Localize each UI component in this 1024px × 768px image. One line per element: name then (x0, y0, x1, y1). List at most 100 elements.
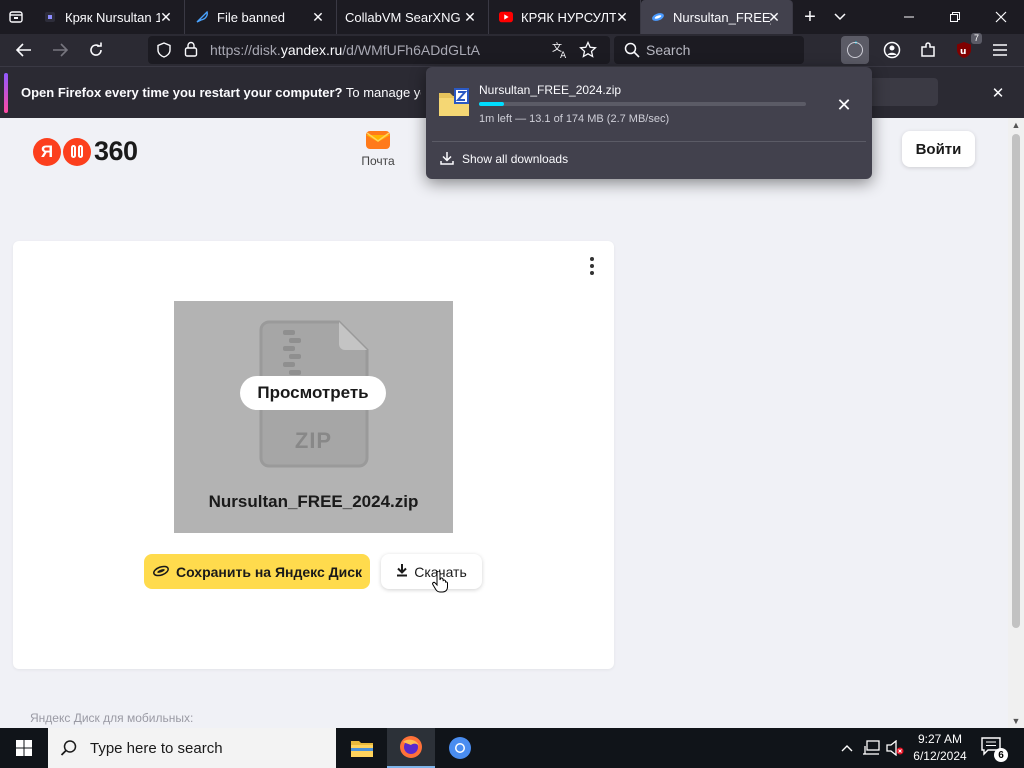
restore-icon[interactable] (932, 0, 978, 34)
download-status: 1m left — 13.1 of 174 MB (2.7 MB/sec) (479, 113, 670, 125)
bookmark-star-icon[interactable] (579, 40, 597, 64)
notification-accent (4, 73, 8, 113)
preview-button[interactable]: Просмотреть (240, 376, 386, 410)
tab-nursultan-zip[interactable]: Nursultan_FREE_2024.zip ✕ (641, 0, 793, 34)
account-icon[interactable] (878, 36, 906, 64)
lock-icon[interactable] (184, 41, 198, 62)
save-to-disk-button[interactable]: Сохранить на Яндекс Диск (144, 554, 370, 589)
notification-count-badge: 6 (994, 748, 1008, 762)
tab-title: Кряк Nursultan 1.16.5 (65, 9, 160, 25)
window-close-icon[interactable] (978, 0, 1024, 34)
windows-start-icon[interactable] (0, 728, 48, 768)
svg-text:A: A (560, 51, 567, 59)
logo-circle (63, 137, 91, 166)
windows-taskbar: Type here to search 9:27 AM 6/12/2024 6 (0, 728, 1024, 768)
file-card: ZIP Просмотреть Nursultan_FREE_2024.zip … (13, 241, 614, 669)
chevron-up-icon[interactable] (837, 738, 857, 758)
download-progress-fill (479, 102, 504, 106)
login-button[interactable]: Войти (902, 131, 975, 167)
close-icon[interactable]: ✕ (462, 9, 478, 25)
mail-envelope-icon (365, 128, 391, 150)
tab-title: Nursultan_FREE_2024.zip (673, 9, 771, 25)
forward-arrow-icon[interactable] (46, 36, 74, 64)
youtube-icon (499, 10, 513, 24)
tab-favicon-dark-icon (43, 10, 57, 24)
feather-icon (195, 10, 209, 24)
hand-cursor-icon (432, 571, 448, 593)
tab-title: КРЯК НУРСУЛТАН (521, 9, 616, 25)
tab-kryak-nursultan[interactable]: Кряк Nursultan 1.16.5 ✕ (33, 0, 185, 34)
search-bar[interactable]: Search (614, 36, 804, 64)
taskbar-search-placeholder: Type here to search (90, 739, 223, 757)
scroll-thumb[interactable] (1012, 134, 1020, 628)
download-icon (440, 151, 454, 168)
logo-text: 360 (94, 136, 138, 166)
search-icon (624, 42, 640, 63)
yandex-360-logo[interactable]: Я 360 (33, 136, 138, 167)
mail-label: Почта (361, 154, 395, 168)
file-explorer-icon[interactable] (338, 728, 386, 768)
downloads-panel: Nursultan_FREE_2024.zip 1m left — 13.1 o… (426, 67, 872, 179)
scroll-down-icon[interactable]: ▼ (1008, 714, 1024, 728)
svg-text:u: u (960, 47, 966, 57)
zip-archive-icon (439, 88, 469, 116)
translate-icon[interactable]: 文A (551, 41, 569, 64)
yandex-disk-icon (651, 10, 665, 24)
close-icon[interactable]: ✕ (614, 9, 630, 25)
chevron-down-icon[interactable] (828, 5, 852, 29)
notification-message: Open Firefox every time you restart your… (21, 85, 421, 100)
clock-date: 6/12/2024 (913, 749, 967, 763)
url-text: https://disk.yandex.ru/d/WMfUFh6ADdGLtA (210, 42, 480, 58)
mail-link[interactable]: Почта (356, 128, 400, 168)
extensions-puzzle-icon[interactable] (914, 36, 942, 64)
search-placeholder: Search (646, 42, 691, 58)
file-name: Nursultan_FREE_2024.zip (208, 492, 419, 511)
save-label: Сохранить на Яндекс Диск (175, 563, 363, 580)
page-content: Я 360 Почта Войти ZIP Просмотреть Nursul… (0, 118, 1008, 728)
divider (432, 141, 866, 142)
download-progress-bar (479, 102, 806, 106)
navigation-toolbar: https://disk.yandex.ru/d/WMfUFh6ADdGLtA … (0, 33, 1024, 66)
clock-time: 9:27 AM (917, 732, 963, 746)
search-icon (60, 739, 78, 757)
mobile-apps-label: Яндекс Диск для мобильных: (30, 711, 194, 725)
cancel-download-icon[interactable]: ✕ (834, 95, 854, 115)
close-icon[interactable]: ✕ (766, 9, 782, 25)
network-icon[interactable] (861, 738, 881, 758)
tab-collabvm-searxng[interactable]: CollabVM SearXNG ✕ (337, 0, 489, 34)
downloads-icon[interactable] (841, 36, 869, 64)
action-center-icon[interactable]: 6 (980, 736, 1008, 762)
back-arrow-icon[interactable] (10, 36, 38, 64)
tab-file-banned[interactable]: File banned ✕ (185, 0, 337, 34)
file-preview[interactable]: ZIP Просмотреть Nursultan_FREE_2024.zip (174, 301, 453, 533)
notification-action-button[interactable] (864, 78, 938, 106)
logo-ya: Я (33, 137, 61, 166)
reload-icon[interactable] (82, 36, 110, 64)
close-icon[interactable]: ✕ (310, 9, 326, 25)
close-icon[interactable]: ✕ (158, 9, 174, 25)
more-options-icon[interactable] (585, 255, 599, 277)
firefox-view-icon[interactable] (0, 0, 32, 34)
tab-bar: Кряк Nursultan 1.16.5 ✕ File banned ✕ Co… (0, 0, 1024, 34)
minimize-icon[interactable] (886, 0, 932, 34)
shield-icon[interactable] (156, 42, 172, 63)
download-file-name: Nursultan_FREE_2024.zip (479, 83, 622, 97)
taskbar-search-box[interactable]: Type here to search (48, 728, 336, 768)
scroll-up-icon[interactable]: ▲ (1008, 118, 1024, 132)
yandex-disk-icon (152, 564, 170, 580)
close-icon[interactable]: ✕ (988, 83, 1008, 103)
firefox-icon[interactable] (387, 728, 435, 768)
show-all-downloads-button[interactable]: Show all downloads (436, 147, 862, 171)
new-tab-icon[interactable]: + (798, 5, 822, 29)
file-type-label: ZIP (294, 428, 333, 453)
download-icon (396, 563, 408, 580)
volume-muted-icon[interactable] (885, 738, 905, 758)
ublock-origin-icon[interactable]: u 7 (950, 33, 982, 64)
tab-kryak-youtube[interactable]: КРЯК НУРСУЛТАН ✕ (489, 0, 641, 34)
extension-badge: 7 (970, 33, 982, 44)
page-scrollbar[interactable]: ▲ ▼ (1008, 118, 1024, 728)
taskbar-clock[interactable]: 9:27 AM 6/12/2024 (905, 731, 975, 765)
url-bar[interactable]: https://disk.yandex.ru/d/WMfUFh6ADdGLtA … (148, 36, 610, 64)
chromium-icon[interactable] (436, 728, 484, 768)
hamburger-menu-icon[interactable] (986, 36, 1014, 64)
